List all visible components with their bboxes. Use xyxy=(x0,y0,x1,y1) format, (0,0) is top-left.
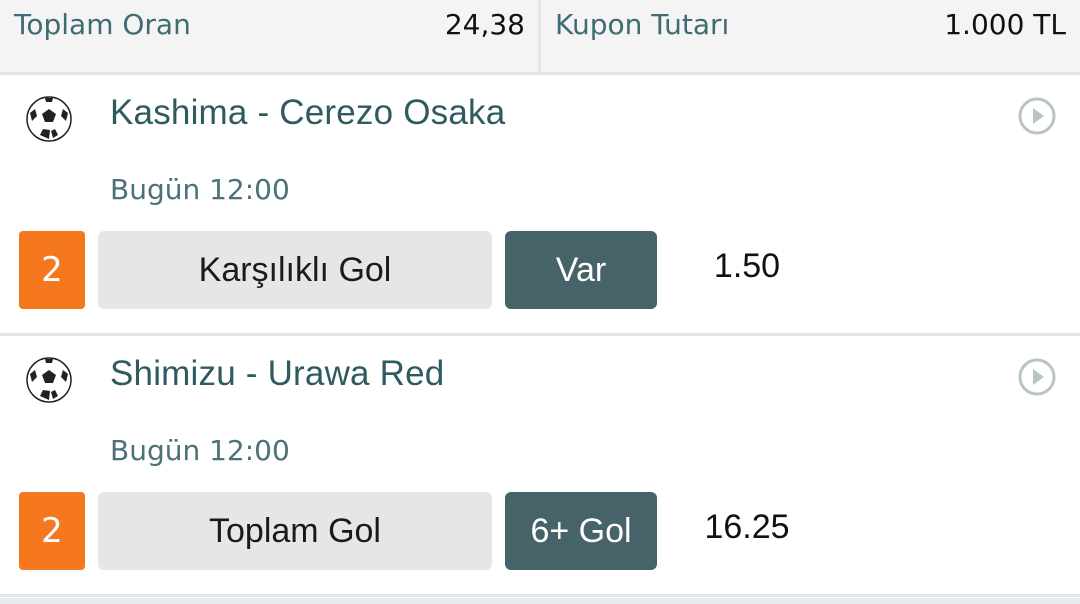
coupon-summary-bar: Toplam Oran 24,38 Kupon Tutarı 1.000 TL xyxy=(0,0,1080,75)
match-card: Kashima - Cerezo Osaka Bugün 12:00 2 Kar… xyxy=(0,75,1080,336)
match-time: Bugün 12:00 xyxy=(110,434,290,467)
bottom-divider xyxy=(0,598,1080,604)
total-odds-cell: Toplam Oran 24,38 xyxy=(0,0,541,72)
odds-value: 1.50 xyxy=(713,247,781,285)
total-odds-label: Toplam Oran xyxy=(14,8,191,41)
play-circle-icon[interactable] xyxy=(1016,95,1058,137)
bet-type-badge: 2 xyxy=(19,231,85,309)
match-teams[interactable]: Shimizu - Urawa Red xyxy=(110,354,444,394)
coupon-amount-label: Kupon Tutarı xyxy=(555,8,730,41)
selection-button[interactable]: Var xyxy=(505,231,657,309)
coupon-amount-value: 1.000 TL xyxy=(944,8,1066,41)
soccer-ball-icon xyxy=(26,357,72,403)
soccer-ball-icon xyxy=(26,96,72,142)
play-circle-icon[interactable] xyxy=(1016,356,1058,398)
match-time: Bugün 12:00 xyxy=(110,173,290,206)
selection-button[interactable]: 6+ Gol xyxy=(505,492,657,570)
odds-value: 16.25 xyxy=(704,508,790,546)
market-button[interactable]: Karşılıklı Gol xyxy=(98,231,492,309)
match-teams[interactable]: Kashima - Cerezo Osaka xyxy=(110,93,505,133)
match-card: Shimizu - Urawa Red Bugün 12:00 2 Toplam… xyxy=(0,336,1080,597)
total-odds-value: 24,38 xyxy=(444,8,525,41)
coupon-amount-cell: Kupon Tutarı 1.000 TL xyxy=(541,0,1080,72)
market-button[interactable]: Toplam Gol xyxy=(98,492,492,570)
bet-type-badge: 2 xyxy=(19,492,85,570)
